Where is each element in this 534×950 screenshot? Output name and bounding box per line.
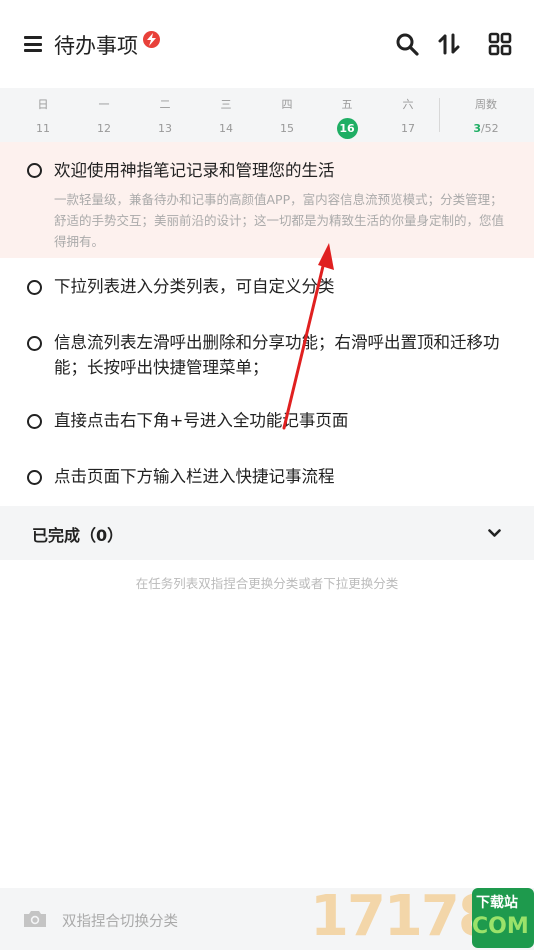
calendar-day[interactable]: 一 12 (84, 88, 124, 139)
calendar-day[interactable]: 六 17 (388, 88, 428, 139)
task-item[interactable]: 点击页面下方输入栏进入快捷记事流程 (0, 464, 534, 504)
task-title: 点击页面下方输入栏进入快捷记事流程 (54, 467, 335, 486)
task-title: 直接点击右下角+号进入全功能记事页面 (54, 411, 349, 430)
grid-view-icon[interactable] (488, 32, 512, 56)
weekday-label: 三 (220, 98, 232, 111)
weekday-label: 四 (281, 98, 293, 111)
task-checkbox[interactable] (27, 163, 42, 178)
task-checkbox[interactable] (27, 280, 42, 295)
weeks-label: 周数 (475, 98, 497, 111)
task-title: 信息流列表左滑呼出删除和分享功能；右滑呼出置顶和迁移功能；长按呼出快捷管理菜单； (54, 333, 500, 377)
calendar-day[interactable]: 四 15 (267, 88, 307, 139)
task-checkbox[interactable] (27, 336, 42, 351)
date-label: 11 (36, 122, 50, 135)
completed-label: 已完成（0） (32, 526, 124, 545)
sort-icon[interactable] (437, 32, 461, 56)
calendar-day[interactable]: 三 14 (206, 88, 246, 139)
week-calendar: 日 11 一 12 二 13 三 14 四 15 五 16 六 17 周数 3/52 (0, 88, 534, 142)
camera-icon[interactable] (22, 909, 48, 929)
task-checkbox[interactable] (27, 414, 42, 429)
task-description: 一款轻量级，兼备待办和记事的高颜值APP，富内容信息流预览模式；分类管理；舒适的… (54, 192, 505, 249)
task-item[interactable]: 信息流列表左滑呼出删除和分享功能；右滑呼出置顶和迁移功能；长按呼出快捷管理菜单； (0, 330, 534, 390)
lightning-icon (143, 31, 160, 48)
task-item[interactable]: 下拉列表进入分类列表，可自定义分类 (0, 274, 534, 314)
task-item[interactable]: 直接点击右下角+号进入全功能记事页面 (0, 408, 534, 448)
hint-text: 在任务列表双指捏合更换分类或者下拉更换分类 (135, 576, 399, 591)
task-checkbox[interactable] (27, 470, 42, 485)
watermark-bottom-text: COM (472, 914, 529, 939)
current-week: 3 (473, 122, 481, 135)
week-counter[interactable]: 周数 3/52 (462, 88, 510, 139)
date-label: 17 (401, 122, 415, 135)
today-date-label: 16 (336, 118, 358, 139)
task-title: 欢迎使用神指笔记记录和管理您的生活 (54, 161, 335, 180)
date-label: 12 (97, 122, 111, 135)
task-title: 下拉列表进入分类列表，可自定义分类 (54, 277, 335, 296)
date-label: 14 (219, 122, 233, 135)
weekday-label: 六 (402, 98, 414, 111)
date-label: 13 (158, 122, 172, 135)
chevron-down-icon (488, 529, 501, 537)
watermark-top-text: 下载站 (476, 895, 518, 911)
watermark-digits: 17178 (310, 884, 497, 949)
date-label: 15 (280, 122, 294, 135)
calendar-day[interactable]: 二 13 (145, 88, 185, 139)
watermark-logo: 17178 下载站 COM (310, 882, 534, 950)
page-title[interactable]: 待办事项 (54, 30, 138, 60)
app-header: 待办事项 (0, 0, 534, 88)
divider (439, 98, 440, 132)
completed-section-toggle[interactable]: 已完成（0） (0, 506, 534, 560)
calendar-day[interactable]: 日 11 (23, 88, 63, 139)
total-weeks: /52 (480, 122, 499, 135)
weekday-label: 五 (341, 98, 353, 111)
calendar-day-today[interactable]: 五 16 (327, 88, 367, 139)
search-icon[interactable] (395, 32, 419, 56)
weekday-label: 二 (159, 98, 171, 111)
input-placeholder[interactable]: 双指捏合切换分类 (62, 910, 178, 931)
weekday-label: 日 (37, 98, 49, 111)
task-item-highlighted[interactable]: 欢迎使用神指笔记记录和管理您的生活 一款轻量级，兼备待办和记事的高颜值APP，富… (0, 142, 534, 258)
weekday-label: 一 (98, 98, 110, 111)
menu-icon[interactable] (24, 36, 42, 52)
